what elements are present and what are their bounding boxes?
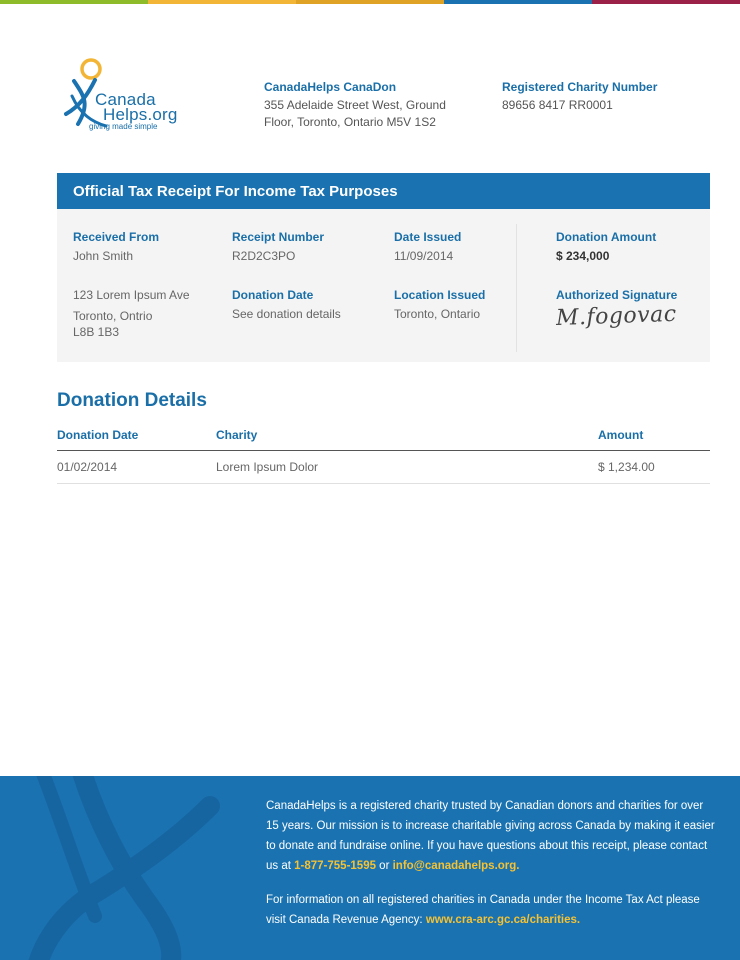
- registration-info: Registered Charity Number 89656 8417 RR0…: [502, 80, 702, 114]
- footer-paragraph-cra: For information on all registered charit…: [266, 890, 716, 930]
- location-issued-field: Location Issued Toronto, Ontario: [394, 288, 485, 322]
- receipt-footer: CanadaHelps is a registered charity trus…: [0, 776, 740, 960]
- footer-text: CanadaHelps is a registered charity trus…: [266, 796, 716, 944]
- organization-address-line2: Floor, Toronto, Ontario M5V 1S2: [264, 115, 436, 129]
- date-issued-label: Date Issued: [394, 230, 462, 244]
- logo-tagline: giving made simple: [89, 122, 158, 131]
- date-issued-value: 11/09/2014: [394, 249, 454, 263]
- table-header: Donation Date Charity Amount: [57, 426, 710, 451]
- receipt-details-panel: Received From John Smith 123 Lorem Ipsum…: [57, 209, 710, 362]
- donor-address-line1: 123 Lorem Ipsum Ave: [73, 288, 190, 302]
- donation-amount-field: Donation Amount $ 234,000: [556, 230, 656, 264]
- donor-address-line3: L8B 1B3: [73, 325, 120, 339]
- row-charity: Lorem Ipsum Dolor: [216, 460, 319, 474]
- donation-details-heading: Donation Details: [57, 390, 207, 411]
- footer-cra-link[interactable]: www.cra-arc.gc.ca/charities.: [426, 914, 580, 926]
- received-from-label: Received From: [73, 230, 160, 244]
- donation-amount-label: Donation Amount: [556, 230, 657, 244]
- donation-date-field: Donation Date See donation details: [232, 288, 341, 322]
- donation-amount-value: $ 234,000: [556, 249, 610, 263]
- receipt-title-bar: Official Tax Receipt For Income Tax Purp…: [57, 173, 710, 209]
- footer-paragraph-mission: CanadaHelps is a registered charity trus…: [266, 796, 716, 876]
- organization-name: CanadaHelps CanaDon: [264, 80, 397, 94]
- received-from-field: Received From John Smith: [73, 230, 159, 264]
- column-header-amount: Amount: [598, 428, 644, 442]
- authorized-signature-field: Authorized Signature M.fogovac: [555, 288, 678, 331]
- table-row: 01/02/2014 Lorem Ipsum Dolor $ 1,234.00: [57, 451, 710, 484]
- date-issued-field: Date Issued 11/09/2014: [394, 230, 461, 264]
- footer-email-link[interactable]: info@canadahelps.org.: [393, 860, 520, 872]
- footer-watermark-figure-icon: [28, 776, 220, 960]
- footer-phone-link[interactable]: 1-877-755-1595: [294, 860, 376, 872]
- row-donation-date: 01/02/2014: [57, 460, 118, 474]
- organization-address-line1: 355 Adelaide Street West, Ground: [264, 98, 446, 112]
- footer-or-text: or: [375, 860, 393, 872]
- column-header-donation-date: Donation Date: [57, 428, 139, 442]
- organization-info: CanadaHelps CanaDon 355 Adelaide Street …: [264, 80, 464, 131]
- registration-number: 89656 8417 RR0001: [502, 98, 613, 112]
- receipt-title: Official Tax Receipt For Income Tax Purp…: [73, 183, 398, 200]
- location-issued-label: Location Issued: [394, 288, 486, 302]
- authorized-signature-label: Authorized Signature: [556, 288, 678, 302]
- canadahelps-logo: Canada Helps.org giving made simple: [62, 56, 212, 134]
- receipt-number-value: R2D2C3PO: [232, 249, 296, 263]
- donor-address: 123 Lorem Ipsum Ave Toronto, Ontrio L8B …: [73, 287, 190, 340]
- panel-divider: [516, 224, 517, 352]
- received-from-name: John Smith: [73, 249, 134, 263]
- receipt-number-label: Receipt Number: [232, 230, 325, 244]
- receipt-number-field: Receipt Number R2D2C3PO: [232, 230, 324, 264]
- authorized-signature: M.fogovac: [555, 301, 677, 331]
- donation-date-value: See donation details: [232, 307, 341, 321]
- donation-date-label: Donation Date: [232, 288, 314, 302]
- donor-address-line2: Toronto, Ontrio: [73, 309, 153, 323]
- registration-label: Registered Charity Number: [502, 80, 658, 94]
- column-header-charity: Charity: [216, 428, 258, 442]
- receipt-header: Canada Helps.org giving made simple Cana…: [0, 0, 740, 160]
- row-amount: $ 1,234.00: [598, 460, 655, 474]
- location-issued-value: Toronto, Ontario: [394, 307, 481, 321]
- donation-details-table: Donation Date Charity Amount 01/02/2014 …: [57, 426, 710, 484]
